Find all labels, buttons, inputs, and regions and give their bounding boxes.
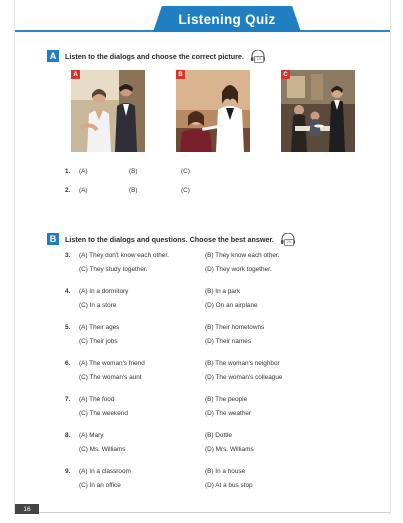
track-number: 20 [283,239,294,246]
list-item: 2. (A) (B) (C) [65,187,205,197]
headphones-icon: 19 [250,50,266,63]
option-d[interactable]: (D) The weather [205,410,251,417]
option-b[interactable]: (B) [129,187,138,194]
option-b[interactable]: (B) Dottie [205,432,232,439]
workbook-page: Listening Quiz A Listen to the dialogs a… [14,0,391,515]
question-number: 3. [65,252,71,259]
option-b[interactable]: (B) In a park [205,288,240,295]
photo-c-tag: C [281,70,290,79]
option-d[interactable]: (D) At a bus stop [205,482,253,489]
option-a[interactable]: (A) [79,187,88,194]
page-title: Listening Quiz [178,11,276,27]
option-d[interactable]: (D) Their names [205,338,251,345]
option-c[interactable]: (C) In a store [79,302,116,309]
question-item: 7. (A) The food (B) The people (C) The week… [65,396,365,426]
option-c[interactable]: (C) The weekend [79,410,128,417]
two-people-talking-icon [71,70,145,152]
option-a[interactable]: (A) The woman's friend [79,360,145,367]
question-number: 5. [65,324,71,331]
headphones-icon: 20 [280,233,296,246]
section-b-heading: B Listen to the dialogs and questions. C… [47,233,296,246]
option-a[interactable]: (A) They don't know each other. [79,252,169,259]
question-item: 8. (A) Mary (B) Dottie (C) Ms. Williams (D) … [65,432,365,462]
customer-service-desk-icon [176,70,250,152]
option-c[interactable]: (C) [181,168,190,175]
option-b[interactable]: (B) Their hometowns [205,324,264,331]
question-number: 7. [65,396,71,403]
question-number: 9. [65,468,71,475]
header: Listening Quiz [15,0,390,34]
photo-b: B [176,70,250,152]
footer-rule [39,512,390,513]
option-c[interactable]: (C) Ms. Williams [79,446,126,453]
section-a-badge: A [47,50,59,62]
question-item: 5. (A) Their ages (B) Their hometowns (C) T… [65,324,365,354]
list-item: 1. (A) (B) (C) [65,168,205,178]
option-a[interactable]: (A) Their ages [79,324,119,331]
section-a-heading: A Listen to the dialogs and choose the c… [47,50,266,63]
option-c[interactable]: (C) They study together. [79,266,147,273]
page-number: 16 [15,504,39,514]
question-number: 6. [65,360,71,367]
option-b[interactable]: (B) In a house [205,468,245,475]
question-item: 6. (A) The woman's friend (B) The woman's … [65,360,365,390]
option-c[interactable]: (C) In an office [79,482,121,489]
option-a[interactable]: (A) The food [79,396,114,403]
question-number: 8. [65,432,71,439]
option-a[interactable]: (A) Mary [79,432,104,439]
option-d[interactable]: (D) The woman's colleague [205,374,282,381]
photo-c: C [281,70,355,152]
option-a[interactable]: (A) In a classroom [79,468,131,475]
question-item: 9. (A) In a classroom (B) In a house (C) In… [65,468,365,498]
question-item: 3. (A) They don't know each other. (B) The… [65,252,365,282]
option-a[interactable]: (A) In a dormitory [79,288,128,295]
option-d[interactable]: (D) They work together. [205,266,272,273]
section-b-instruction: Listen to the dialogs and questions. Cho… [65,234,274,244]
option-c[interactable]: (C) [181,187,190,194]
option-d[interactable]: (D) Mrs. Williams [205,446,254,453]
option-b[interactable]: (B) The woman's neighbor [205,360,280,367]
option-b[interactable]: (B) They know each other. [205,252,279,259]
section-b-badge: B [47,233,59,245]
photo-b-tag: B [176,70,185,79]
option-c[interactable]: (C) The woman's aunt [79,374,142,381]
question-number: 2. [65,187,71,194]
photo-a-tag: A [71,70,80,79]
option-c[interactable]: (C) Their jobs [79,338,118,345]
photo-a: A [71,70,145,152]
question-number: 1. [65,168,71,175]
question-number: 4. [65,288,71,295]
track-number: 19 [253,56,264,63]
header-tab: Listening Quiz [153,6,301,32]
option-b[interactable]: (B) The people [205,396,247,403]
section-a-instruction: Listen to the dialogs and choose the cor… [65,51,244,61]
restaurant-waiter-icon [281,70,355,152]
option-d[interactable]: (D) On an airplane [205,302,258,309]
question-item: 4. (A) In a dormitory (B) In a park (C) In … [65,288,365,318]
option-a[interactable]: (A) [79,168,88,175]
option-b[interactable]: (B) [129,168,138,175]
